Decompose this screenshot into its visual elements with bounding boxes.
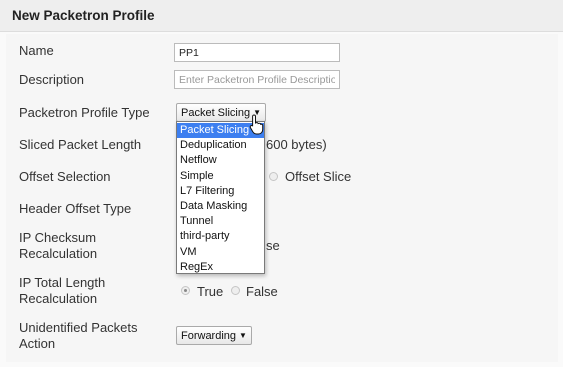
offset-slice-label: Offset Slice	[285, 169, 352, 184]
pointer-cursor-icon	[249, 114, 264, 135]
header-offset-type-label: Header Offset Type	[19, 201, 132, 216]
ip-total-length-label-line1: IP Total Length	[19, 275, 106, 290]
caret-down-icon: ▼	[239, 331, 247, 340]
unidentified-packets-label-line2: Action	[19, 336, 56, 351]
description-label: Description	[19, 72, 85, 87]
new-profile-panel: New Packetron Profile Name Description P…	[0, 0, 563, 367]
unidentified-packets-selected-value: Forwarding	[181, 330, 237, 342]
ip-checksum-label-line2: Recalculation	[19, 246, 98, 261]
dropdown-option-tunnel[interactable]: Tunnel	[177, 214, 264, 229]
profile-type-label: Packetron Profile Type	[19, 105, 150, 120]
unidentified-packets-label-line1: Unidentified Packets	[19, 320, 138, 335]
dropdown-option-regex[interactable]: RegEx	[177, 260, 264, 275]
ip-total-length-true-label: True	[197, 284, 224, 299]
panel-header: New Packetron Profile	[0, 0, 563, 32]
dropdown-option-deduplication[interactable]: Deduplication	[177, 138, 264, 153]
dropdown-option-simple[interactable]: Simple	[177, 169, 264, 184]
profile-type-selected-value: Packet Slicing	[181, 107, 251, 119]
ip-total-length-label-line2: Recalculation	[19, 291, 98, 306]
dropdown-option-vm[interactable]: VM	[177, 245, 264, 260]
sliced-packet-length-hint: 600 bytes)	[266, 137, 327, 152]
ip-checksum-label-line1: IP Checksum	[19, 230, 97, 245]
dropdown-option-third-party[interactable]: third-party	[177, 229, 264, 244]
panel-title: New Packetron Profile	[12, 8, 155, 23]
profile-type-dropdown-list[interactable]: Packet Slicing Deduplication Netflow Sim…	[176, 121, 265, 274]
ip-total-length-false-radio[interactable]	[231, 286, 240, 295]
dropdown-option-l7-filtering[interactable]: L7 Filtering	[177, 184, 264, 199]
dropdown-option-netflow[interactable]: Netflow	[177, 153, 264, 168]
ip-total-length-false-label: False	[246, 284, 278, 299]
name-label: Name	[19, 43, 54, 58]
offset-slice-radio[interactable]	[269, 172, 278, 181]
dropdown-option-data-masking[interactable]: Data Masking	[177, 199, 264, 214]
unidentified-packets-select[interactable]: Forwarding ▼	[176, 326, 252, 345]
ip-checksum-false-label: se	[266, 238, 280, 253]
description-input[interactable]	[174, 70, 340, 89]
ip-total-length-true-radio[interactable]	[181, 286, 190, 295]
name-input[interactable]	[174, 43, 340, 62]
offset-selection-label: Offset Selection	[19, 169, 111, 184]
sliced-packet-length-label: Sliced Packet Length	[19, 137, 142, 152]
